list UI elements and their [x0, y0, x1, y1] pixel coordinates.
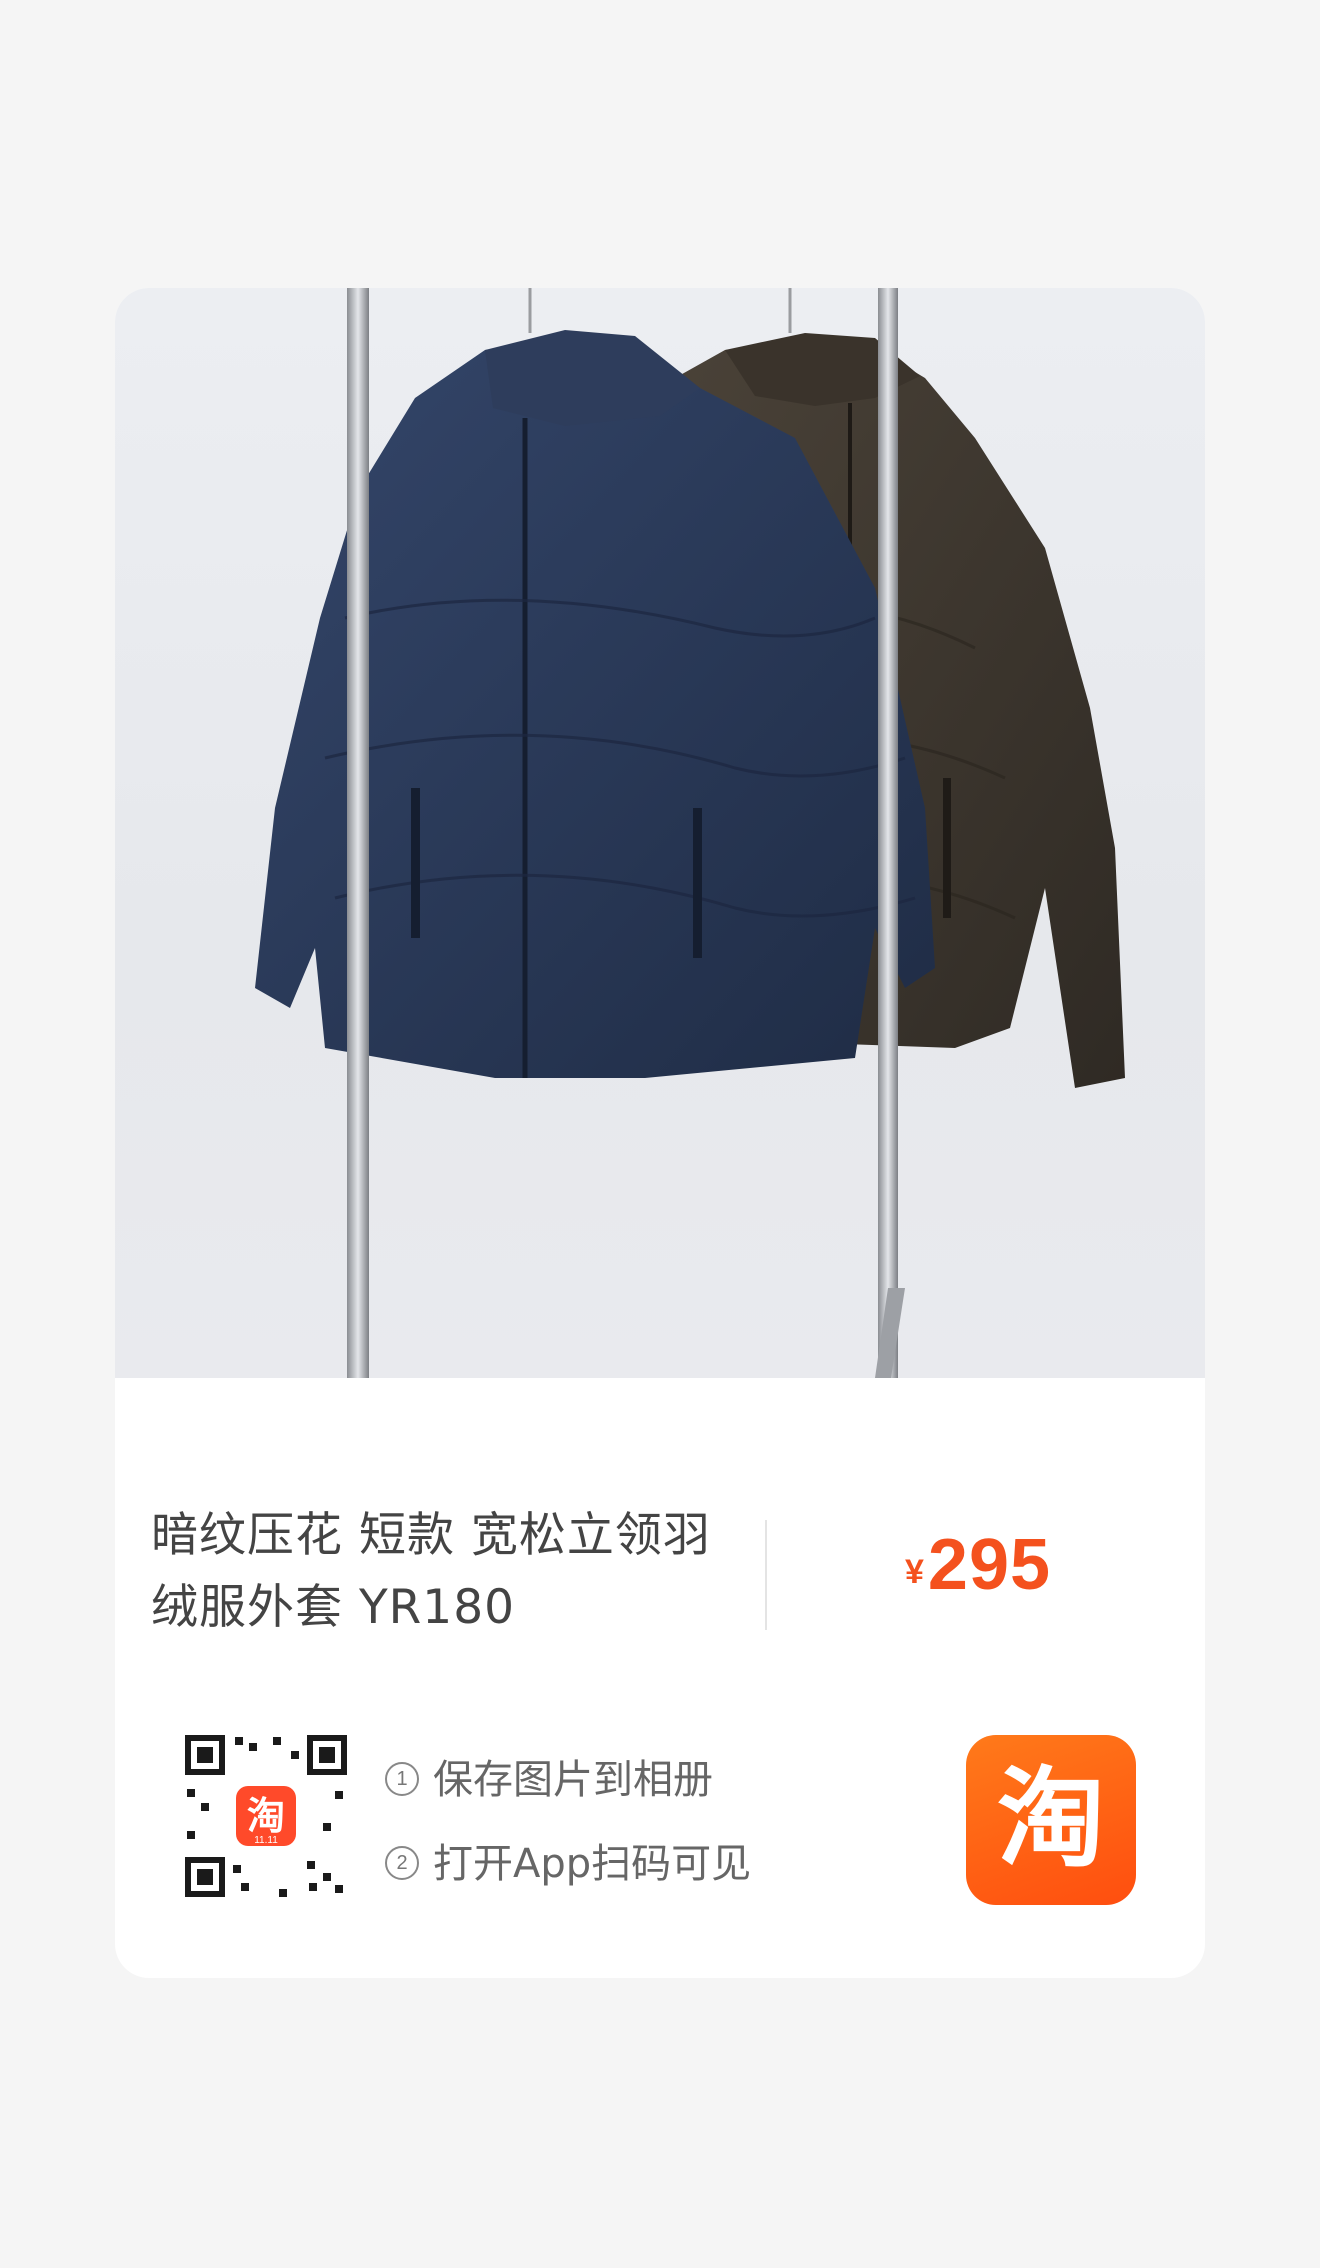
divider	[765, 1520, 767, 1630]
qr-badge-sub: 11.11	[254, 1835, 278, 1846]
step-text: 保存图片到相册	[433, 1757, 713, 1803]
step-number: 1	[385, 1762, 419, 1796]
price-amount: 295	[927, 1525, 1052, 1605]
share-card: 暗纹压花 短款 宽松立领羽绒服外套 YR180 ¥295 淘 11.11 1 保…	[115, 288, 1205, 1978]
step-text: 打开App扫码可见	[433, 1841, 752, 1887]
taobao-logo-icon[interactable]: 淘	[966, 1735, 1136, 1905]
qr-code[interactable]: 淘 11.11	[183, 1733, 349, 1899]
currency-symbol: ¥	[905, 1553, 924, 1591]
scan-instructions: 1 保存图片到相册 2 打开App扫码可见	[385, 1750, 751, 1918]
qr-badge-glyph: 淘	[247, 1794, 285, 1838]
taobao-logo-glyph: 淘	[996, 1757, 1105, 1882]
step-open-app: 2 打开App扫码可见	[385, 1834, 751, 1918]
product-price: ¥295	[905, 1524, 1051, 1614]
jacket-photo-graphic	[255, 288, 1125, 1378]
step-number: 2	[385, 1846, 419, 1880]
product-image[interactable]	[115, 288, 1205, 1378]
step-save-image: 1 保存图片到相册	[385, 1750, 751, 1834]
product-title[interactable]: 暗纹压花 短款 宽松立领羽绒服外套 YR180	[151, 1500, 751, 1644]
